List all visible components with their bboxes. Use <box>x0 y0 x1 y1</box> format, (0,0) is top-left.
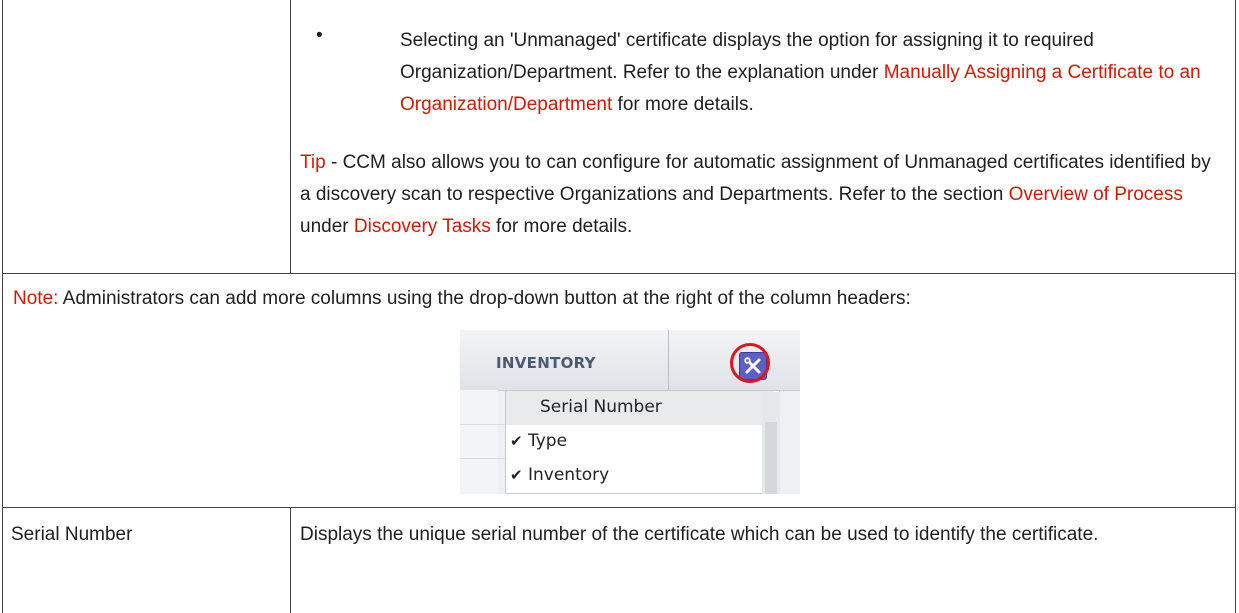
column-divider <box>290 0 291 273</box>
menu-item-inventory[interactable]: ✔ Inventory <box>506 459 774 493</box>
grid-row-line <box>460 424 506 425</box>
tip-text-middle: under <box>300 216 354 237</box>
field-description-table: • Selecting an 'Unmanaged' certificate d… <box>2 0 1236 613</box>
table-row: Note: Administrators can add more column… <box>2 274 1236 508</box>
bullet-text-after: for more details. <box>612 94 754 115</box>
grid-row-line <box>460 458 506 459</box>
tip-label: Tip <box>300 152 326 173</box>
overview-of-process-link[interactable]: Overview of Process <box>1009 184 1183 205</box>
grid-row-strip <box>460 390 498 494</box>
note-text: Administrators can add more columns usin… <box>58 288 911 309</box>
bullet-text: Selecting an 'Unmanaged' certificate dis… <box>400 25 1220 121</box>
note-label: Note: <box>13 288 59 309</box>
tip-paragraph: Tip - CCM also allows you to can configu… <box>300 147 1225 243</box>
menu-item-serial-number[interactable]: Serial Number <box>506 391 774 425</box>
tip-text-after: for more details. <box>490 216 633 237</box>
menu-item-label: Serial Number <box>540 397 662 417</box>
menu-item-label: Type <box>528 431 568 451</box>
table-row: • Selecting an 'Unmanaged' certificate d… <box>2 0 1236 274</box>
check-icon: ✔ <box>510 466 523 484</box>
highlight-circle <box>730 343 770 383</box>
field-name-cell: Serial Number <box>11 524 133 545</box>
scrollbar-thumb[interactable] <box>765 422 777 494</box>
check-icon: ✔ <box>510 432 523 450</box>
menu-item-label: Inventory <box>528 465 610 485</box>
field-description-cell: Displays the unique serial number of the… <box>300 524 1099 545</box>
column-divider <box>290 508 291 613</box>
column-header-divider <box>668 330 669 390</box>
inventory-column-header: INVENTORY <box>496 354 596 372</box>
column-chooser-menu: Serial Number ✔ Type ✔ Inventory <box>505 390 780 494</box>
note-paragraph: Note: Administrators can add more column… <box>13 286 1223 312</box>
table-row: Serial Number Displays the unique serial… <box>2 508 1236 613</box>
bullet-dot: • <box>316 25 323 46</box>
column-chooser-screenshot: INVENTORY Serial Number ✔ Type ✔ Invento… <box>460 330 800 494</box>
discovery-tasks-link[interactable]: Discovery Tasks <box>354 216 491 237</box>
menu-item-type[interactable]: ✔ Type <box>506 425 774 459</box>
